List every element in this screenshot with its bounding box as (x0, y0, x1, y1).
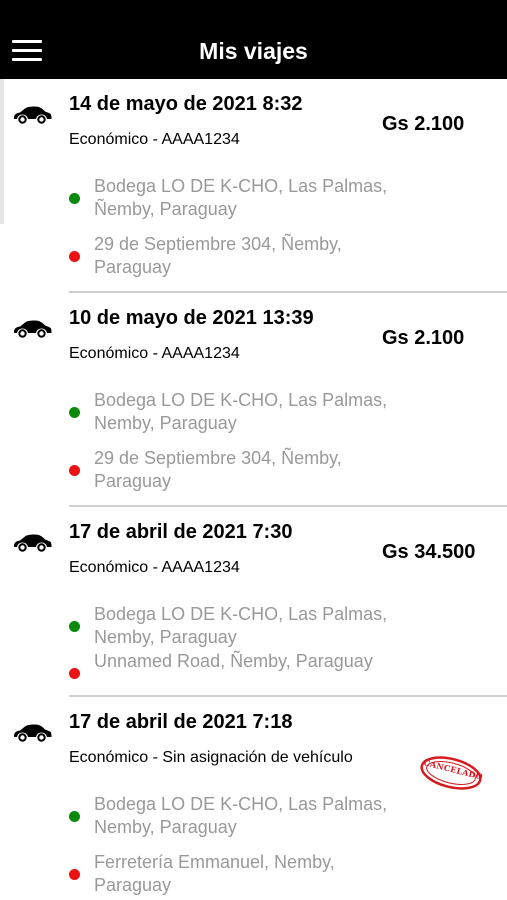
car-icon (14, 724, 52, 742)
cancelled-stamp-icon: CANCELADO (416, 750, 486, 797)
trip-vehicle: Económico - AAAA1234 (69, 131, 240, 148)
trip-origin: Bodega LO DE K-CHO, Las Palmas, Nemby, P… (94, 794, 388, 837)
trip-origin: Bodega LO DE K-CHO, Las Palmas, Ñemby, P… (94, 176, 388, 219)
destination-dot-icon (69, 465, 80, 476)
trip-origin: Bodega LO DE K-CHO, Las Palmas, Nemby, P… (94, 390, 388, 433)
trip-datetime: 14 de mayo de 2021 8:32 (69, 93, 303, 115)
car-icon (14, 534, 52, 552)
origin-dot-icon (69, 407, 80, 418)
trip-vehicle: Económico - AAAA1234 (69, 345, 240, 362)
trip-destination: 29 de Septiembre 304, Ñemby, Paraguay (94, 448, 342, 491)
origin-dot-icon (69, 621, 80, 632)
trip-price: Gs 2.100 (382, 327, 465, 349)
trip-price: Gs 34.500 (382, 541, 476, 563)
trip-price: Gs 2.100 (382, 113, 465, 135)
app-header: Mis viajes (0, 0, 507, 79)
trip-vehicle: Económico - AAAA1234 (69, 559, 240, 576)
trip-item[interactable]: 17 de abril de 2021 7:30 Económico - AAA… (0, 507, 507, 697)
car-icon (14, 106, 52, 124)
trip-item[interactable]: 14 de mayo de 2021 8:32 Económico - AAAA… (0, 79, 507, 293)
trip-datetime: 17 de abril de 2021 7:18 (69, 711, 293, 733)
trip-destination: 29 de Septiembre 304, Ñemby, Paraguay (94, 234, 342, 277)
trip-item[interactable]: 17 de abril de 2021 7:18 Económico - Sin… (0, 697, 507, 900)
origin-dot-icon (69, 193, 80, 204)
destination-dot-icon (69, 668, 80, 679)
car-icon (14, 320, 52, 338)
destination-dot-icon (69, 251, 80, 262)
trip-datetime: 17 de abril de 2021 7:30 (69, 521, 293, 543)
trip-origin: Bodega LO DE K-CHO, Las Palmas, Nemby, P… (94, 604, 388, 647)
origin-dot-icon (69, 811, 80, 822)
trip-vehicle: Económico - Sin asignación de vehículo (69, 749, 353, 766)
destination-dot-icon (69, 869, 80, 880)
page-title: Mis viajes (199, 38, 308, 64)
trip-destination: Unnamed Road, Ñemby, Paraguay (94, 651, 373, 671)
trip-destination: Ferretería Emmanuel, Nemby, Paraguay (94, 852, 335, 895)
trip-datetime: 10 de mayo de 2021 13:39 (69, 307, 314, 329)
trip-item[interactable]: 10 de mayo de 2021 13:39 Económico - AAA… (0, 293, 507, 507)
